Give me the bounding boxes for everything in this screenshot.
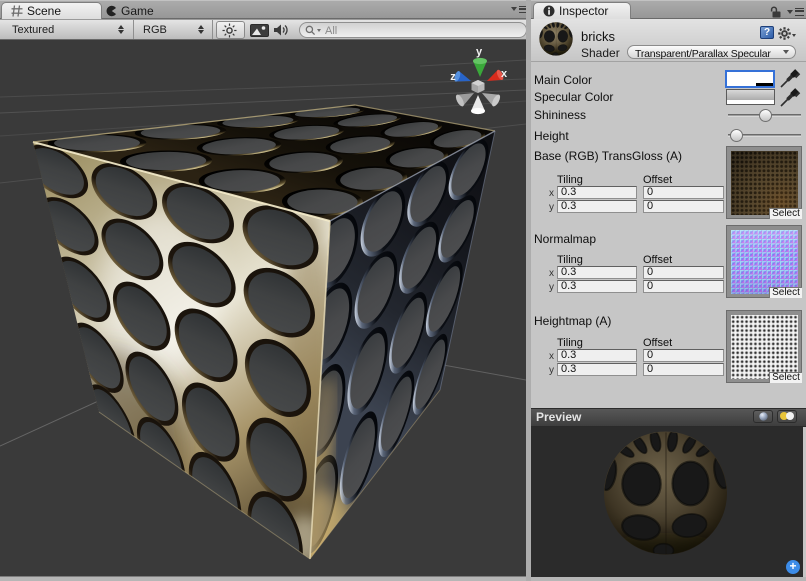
svg-text:y: y xyxy=(476,46,483,58)
svg-text:z: z xyxy=(450,71,456,83)
svg-text:x: x xyxy=(501,68,508,80)
